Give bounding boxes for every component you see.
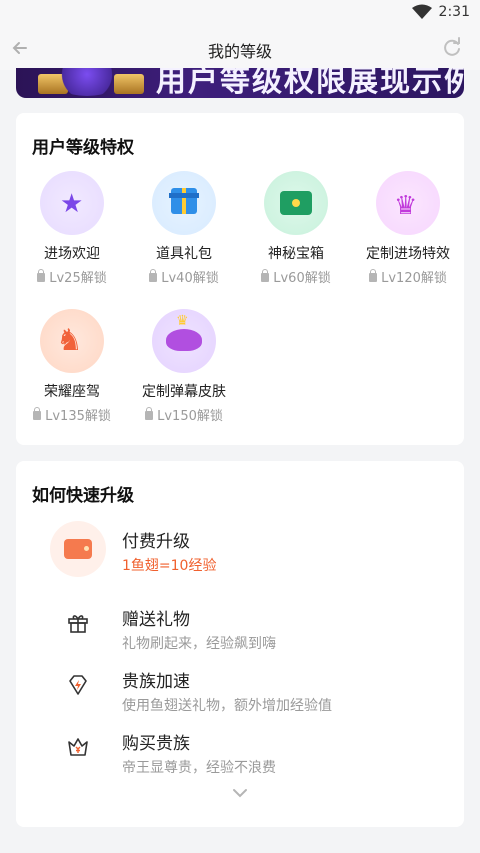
privilege-name: 定制进场特效 (366, 246, 450, 262)
chevron-down-icon[interactable] (232, 785, 248, 801)
method-send-gift[interactable]: 赠送礼物 礼物刷起来，经验飙到嗨 (66, 605, 446, 655)
method-title: 赠送礼物 (122, 610, 190, 630)
lock-icon (261, 269, 270, 282)
method-sub: 帝王显尊贵，经验不浪费 (122, 760, 276, 776)
nav-bar: 我的等级 (0, 26, 480, 70)
privilege-unlock: Lv135解锁 (16, 405, 128, 424)
lock-icon (369, 269, 378, 282)
gift-icon (68, 615, 88, 633)
privilege-unlock: Lv25解锁 (16, 267, 128, 286)
privilege-item[interactable]: 神秘宝箱 Lv60解锁 (240, 171, 352, 286)
privilege-item[interactable]: ♛ 定制进场特效 Lv120解锁 (352, 171, 464, 286)
privilege-item[interactable]: ♞ 荣耀座驾 Lv135解锁 (16, 309, 128, 424)
pay-upgrade-rate: 1鱼翅=10经验 (122, 558, 217, 574)
method-sub: 礼物刷起来，经验飙到嗨 (122, 636, 276, 652)
privilege-item[interactable]: 道具礼包 Lv40解锁 (128, 171, 240, 286)
privilege-item[interactable]: ★ 进场欢迎 Lv25解锁 (16, 171, 128, 286)
privilege-unlock: Lv40解锁 (128, 267, 240, 286)
refresh-icon[interactable] (440, 36, 464, 60)
privilege-unlock: Lv150解锁 (128, 405, 240, 424)
privilege-icon-bg: ♞ (40, 309, 104, 373)
method-sub: 使用鱼翅送礼物，额外增加经验值 (122, 698, 332, 714)
status-bar: 2:31 (0, 0, 480, 26)
lightning-diamond-icon (69, 675, 87, 695)
lock-icon (37, 269, 46, 282)
level-banner: 用户等级权限展现示例 (16, 68, 464, 98)
privilege-icon-bg (264, 171, 328, 235)
privilege-item[interactable]: 定制弹幕皮肤 Lv150解锁 (128, 309, 240, 424)
method-title: 购买贵族 (122, 734, 190, 754)
star-icon: ★ (60, 189, 84, 219)
pay-upgrade-option[interactable]: 付费升级 1鱼翅=10经验 (50, 521, 450, 581)
banner-text: 用户等级权限展现示例 (156, 68, 464, 98)
lock-icon (149, 269, 158, 282)
method-noble-boost[interactable]: 贵族加速 使用鱼翅送礼物，额外增加经验值 (66, 667, 446, 717)
upgrade-card: 如何快速升级 付费升级 1鱼翅=10经验 赠送礼物 礼物刷起来，经验飙到嗨 贵族… (16, 461, 464, 827)
status-time: 2:31 (438, 4, 470, 20)
privilege-unlock: Lv60解锁 (240, 267, 352, 286)
privileges-card: 用户等级特权 ★ 进场欢迎 Lv25解锁 道具礼包 Lv40解锁 神秘宝箱 Lv… (16, 113, 464, 445)
privilege-name: 进场欢迎 (44, 246, 100, 262)
privilege-name: 道具礼包 (156, 246, 212, 262)
winged-crown-icon (166, 313, 202, 351)
privilege-icon-bg (152, 171, 216, 235)
privileges-title: 用户等级特权 (32, 138, 134, 158)
wallet-icon-bg (50, 521, 106, 577)
treasure-chest-icon (280, 191, 312, 215)
wifi-icon (412, 4, 432, 19)
gift-box-icon (169, 188, 199, 214)
pay-upgrade-title: 付费升级 (122, 532, 190, 552)
wallet-icon (64, 539, 92, 559)
privilege-name: 神秘宝箱 (268, 246, 324, 262)
privilege-name: 荣耀座驾 (44, 384, 100, 400)
lock-icon (145, 407, 154, 420)
privilege-icon-bg (152, 309, 216, 373)
privilege-icon-bg: ♛ (376, 171, 440, 235)
upgrade-title: 如何快速升级 (32, 486, 134, 506)
privilege-unlock: Lv120解锁 (352, 267, 464, 286)
method-buy-noble[interactable]: 购买贵族 帝王显尊贵，经验不浪费 (66, 729, 446, 779)
privilege-name: 定制弹幕皮肤 (142, 384, 226, 400)
crown-yen-icon (68, 738, 88, 756)
crown-icon: ♛ (394, 191, 418, 221)
horse-icon: ♞ (56, 323, 83, 358)
privilege-icon-bg: ★ (40, 171, 104, 235)
page-title: 我的等级 (207, 42, 272, 61)
method-title: 贵族加速 (122, 672, 190, 692)
lock-icon (33, 407, 42, 420)
